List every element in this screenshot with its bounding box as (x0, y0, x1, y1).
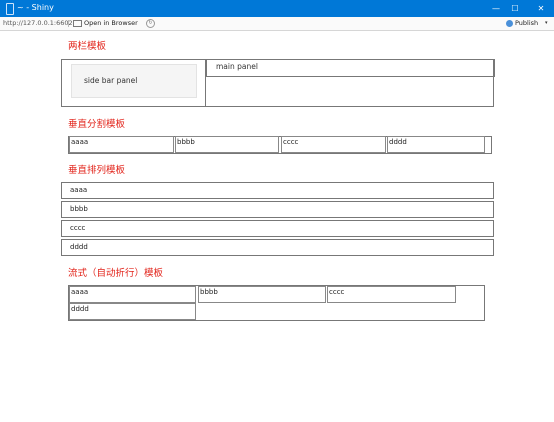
publish-icon (506, 19, 513, 27)
split-cell-1: aaaa (69, 136, 174, 153)
flow-cell-2: bbbb (198, 286, 326, 303)
publish-button[interactable]: Publish (506, 17, 538, 30)
two-column-heading: 两栏模板 (68, 41, 107, 52)
main-panel: main panel (206, 59, 495, 77)
publish-dropdown-icon[interactable]: ▾ (545, 17, 548, 30)
two-column-divider (205, 59, 206, 107)
stack-row-3: cccc (61, 220, 494, 237)
document-icon (6, 3, 14, 15)
window-title: ~ - Shiny (17, 3, 54, 12)
flow-cell-3: cccc (327, 286, 456, 303)
flow-cell-1: aaaa (69, 286, 196, 303)
split-cell-2: bbbb (175, 136, 279, 153)
stack-row-2: bbbb (61, 201, 494, 218)
app-url: http://127.0.0.1:6602 (3, 19, 73, 27)
stack-row-1: aaaa (61, 182, 494, 199)
publish-label: Publish (515, 19, 539, 27)
sidebar-panel: side bar panel (71, 64, 197, 98)
viewer-toolbar: http://127.0.0.1:6602 Open in Browser ↻ … (0, 17, 554, 31)
window-title-bar: ~ - Shiny — ☐ ✕ (0, 0, 554, 17)
close-button[interactable]: ✕ (528, 0, 554, 17)
flow-cell-4: dddd (69, 303, 196, 320)
vertical-stack-heading: 垂直排列模板 (68, 165, 126, 176)
open-in-browser-label: Open in Browser (84, 19, 138, 27)
split-cell-3: cccc (281, 136, 386, 153)
refresh-icon[interactable]: ↻ (146, 19, 155, 28)
flow-heading: 流式（自动折行）模板 (68, 268, 164, 279)
browser-icon (73, 19, 82, 27)
two-column-container: side bar panel main panel (61, 59, 495, 107)
maximize-button[interactable]: ☐ (502, 0, 528, 17)
stack-row-4: dddd (61, 239, 494, 256)
split-cell-4: dddd (387, 136, 485, 153)
vertical-split-heading: 垂直分割模板 (68, 119, 126, 130)
toolbar-divider (68, 20, 69, 27)
open-in-browser-button[interactable]: Open in Browser (73, 17, 138, 30)
